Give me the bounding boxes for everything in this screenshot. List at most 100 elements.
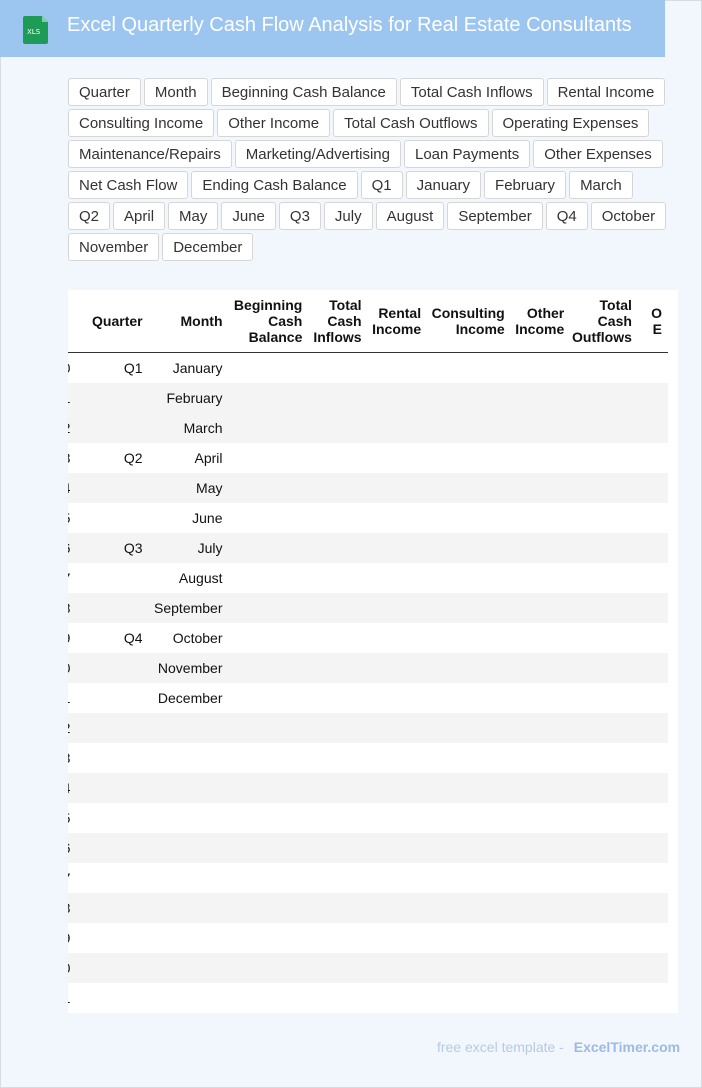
table-cell: 9 [68,923,77,953]
table-cell: 6 [68,833,77,863]
table-cell [367,653,428,683]
table-cell [228,623,309,653]
table-cell [637,653,668,683]
table-cell [76,563,149,593]
column-chip[interactable]: Q1 [360,171,403,199]
table-cell [308,713,368,743]
column-chip[interactable]: September [447,202,543,230]
table-cell [427,713,511,743]
column-header: Total Cash Outflows [570,290,638,353]
column-chip[interactable]: July [323,202,373,230]
table-cell [367,352,428,383]
column-chip[interactable]: November [68,233,160,261]
table-cell [367,953,428,983]
table-cell [148,713,229,743]
table-cell [637,623,668,653]
column-chip[interactable]: May [168,202,219,230]
column-chip[interactable]: February [484,171,567,199]
column-chip[interactable]: Other Income [217,109,331,137]
table-cell [76,863,149,893]
column-chip[interactable]: December [162,233,254,261]
table-cell [148,863,229,893]
column-chip[interactable]: Loan Payments [403,140,531,168]
column-chip[interactable]: Consulting Income [68,109,215,137]
table-cell [308,983,368,1013]
table-cell [308,863,368,893]
column-chip[interactable]: Other Expenses [533,140,663,168]
column-chip[interactable]: August [375,202,445,230]
table-row: 7 August [68,563,668,593]
table-cell [308,352,368,383]
table-cell [76,713,149,743]
table-cell [427,443,511,473]
column-chip[interactable]: Operating Expenses [491,109,650,137]
table-cell [427,773,511,803]
table-cell [637,683,668,713]
column-chip[interactable]: Total Cash Outflows [333,109,489,137]
table-cell [637,563,668,593]
column-chip[interactable]: Q3 [278,202,321,230]
column-chip[interactable]: Beginning Cash Balance [210,78,397,106]
header-row: Quarter Month Beginning Cash Balance Total … [68,290,668,353]
table-cell [570,593,638,623]
column-chip[interactable]: October [590,202,667,230]
table-cell: 4 [68,773,77,803]
table-cell [308,443,368,473]
column-chip[interactable]: Q2 [68,202,111,230]
table-row: 1 December [68,683,668,713]
table-cell [570,563,638,593]
table-cell: Q2 [76,443,149,473]
table-cell [427,563,511,593]
table-cell: January [148,352,229,383]
table-cell [427,503,511,533]
column-chip[interactable]: Q4 [545,202,588,230]
table-cell [308,413,368,443]
table-cell [148,983,229,1013]
table-cell [367,743,428,773]
column-chip[interactable]: April [113,202,166,230]
table-cell: 5 [68,803,77,833]
table-cell [228,983,309,1013]
table-cell: October [148,623,229,653]
column-chip[interactable]: Net Cash Flow [68,171,189,199]
table-cell: May [148,473,229,503]
table-row: 9 [68,923,668,953]
column-chip[interactable]: Month [143,78,208,106]
table-row: 1 [68,983,668,1013]
table-cell [308,953,368,983]
column-chip[interactable]: Maintenance/Repairs [68,140,232,168]
table-row: 5 [68,803,668,833]
table-cell [228,713,309,743]
column-chip[interactable]: Ending Cash Balance [191,171,358,199]
column-chip[interactable]: Total Cash Inflows [399,78,544,106]
table-cell [228,833,309,863]
table-cell [570,983,638,1013]
table-cell [570,443,638,473]
column-header: Rental Income [367,290,428,353]
table-cell [510,953,571,983]
table-cell [570,923,638,953]
table-cell [76,503,149,533]
table-cell [76,383,149,413]
table-row: 6 [68,833,668,863]
table-row: 8 [68,893,668,923]
column-chip[interactable]: January [405,171,482,199]
column-chip[interactable]: Rental Income [546,78,666,106]
table-cell: November [148,653,229,683]
table-cell [510,743,571,773]
table-cell [570,623,638,653]
column-chip[interactable]: March [569,171,633,199]
table-cell [570,713,638,743]
table-cell [367,443,428,473]
table-cell: 0 [68,653,77,683]
table-cell [367,593,428,623]
table-cell [570,803,638,833]
table-cell [637,983,668,1013]
footer-brand-link[interactable]: ExcelTimer.com [574,1039,680,1055]
table-cell [367,683,428,713]
column-chip[interactable]: Quarter [68,78,141,106]
column-chip[interactable]: Marketing/Advertising [234,140,401,168]
table-cell [427,863,511,893]
column-chip[interactable]: June [221,202,276,230]
table-cell: August [148,563,229,593]
